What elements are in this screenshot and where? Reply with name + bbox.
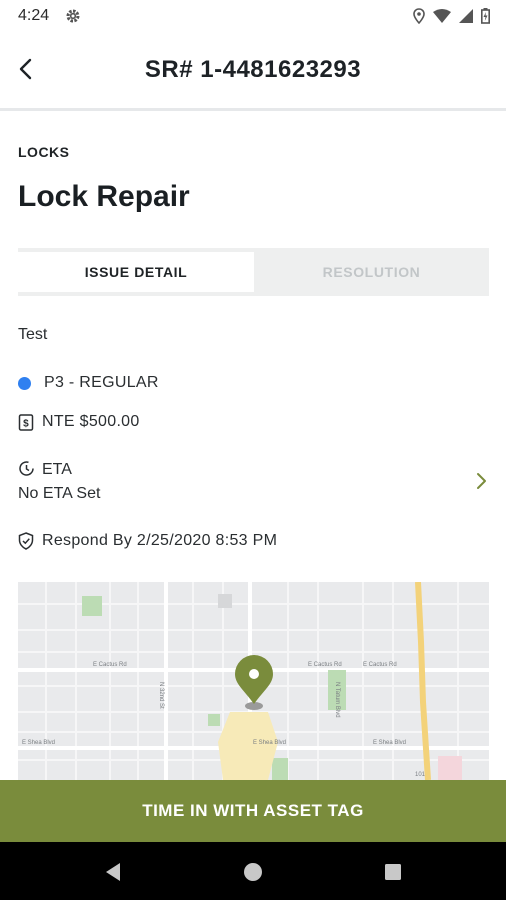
service-request-number: SR# 1-4481623293 bbox=[144, 56, 362, 83]
status-time: 4:24 bbox=[18, 7, 50, 24]
map-street-label: N 32nd St bbox=[158, 682, 164, 709]
app-header: SR# 1-4481623293 bbox=[0, 32, 506, 111]
wifi-icon bbox=[433, 9, 451, 23]
dollar-icon: $ bbox=[18, 413, 34, 431]
issue-description: Test bbox=[18, 326, 48, 343]
gear-icon bbox=[66, 9, 80, 23]
map-street-label: E Shea Blvd bbox=[22, 740, 55, 746]
clock-icon bbox=[19, 461, 34, 476]
status-bar: 4:24 bbox=[0, 0, 506, 32]
svg-text:$: $ bbox=[23, 418, 29, 429]
eta-value: No ETA Set bbox=[18, 485, 101, 502]
time-in-asset-tag-button[interactable]: TIME IN WITH ASSET TAG bbox=[0, 780, 506, 842]
respond-by-text: Respond By 2/25/2020 8:53 PM bbox=[42, 532, 278, 549]
priority-row: P3 - REGULAR bbox=[18, 374, 159, 392]
status-icons bbox=[413, 8, 490, 24]
map-street-label: E Cactus Rd bbox=[308, 662, 342, 668]
nav-back-icon[interactable] bbox=[102, 861, 124, 883]
map-street-label: E Shea Blvd bbox=[253, 740, 286, 746]
android-nav-bar bbox=[0, 842, 506, 900]
request-title: Lock Repair bbox=[18, 180, 190, 213]
location-map[interactable]: E Cactus Rd E Cactus Rd E Cactus Rd E Sh… bbox=[18, 582, 489, 780]
detail-tabs: ISSUE DETAIL RESOLUTION bbox=[18, 248, 489, 296]
nav-recents-icon[interactable] bbox=[382, 861, 404, 883]
nav-home-icon[interactable] bbox=[242, 861, 264, 883]
nte-amount: NTE $500.00 bbox=[42, 413, 140, 430]
eta-label: ETA bbox=[42, 461, 72, 478]
map-street-label: E Cactus Rd bbox=[363, 662, 397, 668]
tab-issue-detail[interactable]: ISSUE DETAIL bbox=[18, 252, 254, 292]
request-category: LOCKS bbox=[18, 144, 70, 160]
map-street-label: E Shea Blvd bbox=[373, 740, 406, 746]
map-highway-shield: 101 bbox=[415, 772, 426, 778]
priority-label: P3 - REGULAR bbox=[44, 374, 159, 391]
priority-dot-icon bbox=[18, 376, 31, 390]
nte-row: $ NTE $500.00 bbox=[18, 413, 140, 431]
map-street-label: N Tatum Blvd bbox=[334, 682, 340, 718]
location-icon bbox=[413, 8, 425, 24]
signal-icon bbox=[459, 9, 473, 23]
chevron-right-icon[interactable] bbox=[472, 470, 492, 492]
map-street-label: E Cactus Rd bbox=[93, 662, 127, 668]
shield-check-icon bbox=[18, 532, 34, 550]
respond-by-row: Respond By 2/25/2020 8:53 PM bbox=[18, 532, 277, 550]
tab-resolution[interactable]: RESOLUTION bbox=[254, 252, 489, 292]
battery-icon bbox=[481, 8, 490, 24]
